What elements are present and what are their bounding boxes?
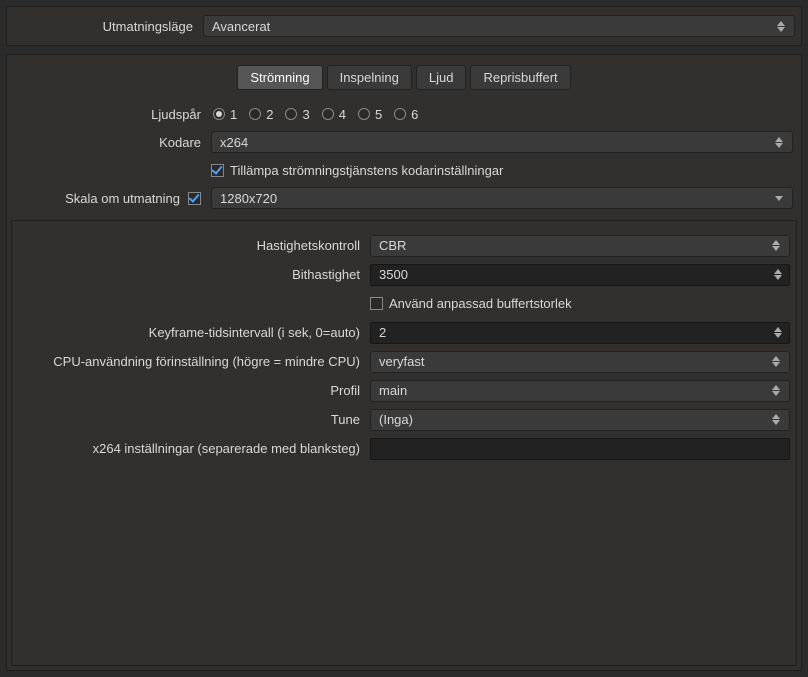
rescale-checkbox[interactable] xyxy=(188,192,201,205)
cpu-preset-row: CPU-användning förinställning (högre = m… xyxy=(18,347,790,376)
rescale-select[interactable]: 1280x720 xyxy=(211,187,793,209)
profile-label: Profil xyxy=(18,383,370,398)
tab-replay-buffer[interactable]: Reprisbuffert xyxy=(470,65,570,90)
enforce-row: Tillämpa strömningstjänstens kodarinstäl… xyxy=(15,156,793,184)
updown-icon xyxy=(769,353,783,371)
checkbox-icon xyxy=(211,164,224,177)
rate-control-select[interactable]: CBR xyxy=(370,235,790,257)
updown-icon xyxy=(774,17,788,35)
encoder-label: Kodare xyxy=(15,135,211,150)
custom-buffer-row: Använd anpassad buffertstorlek xyxy=(18,289,790,318)
x264opts-label: x264 inställningar (separerade med blank… xyxy=(18,441,370,456)
cpu-preset-value: veryfast xyxy=(379,354,769,369)
encoder-settings-panel: Hastighetskontroll CBR Bithastighet 3500 xyxy=(11,220,797,666)
bitrate-row: Bithastighet 3500 xyxy=(18,260,790,289)
output-settings-panel: Strömning Inspelning Ljud Reprisbuffert … xyxy=(6,54,802,671)
keyframe-row: Keyframe-tidsintervall (i sek, 0=auto) 2 xyxy=(18,318,790,347)
output-mode-label: Utmatningsläge xyxy=(13,19,203,34)
audio-track-group: 1 2 3 4 5 6 xyxy=(211,107,418,122)
enforce-checkbox[interactable]: Tillämpa strömningstjänstens kodarinstäl… xyxy=(211,163,503,178)
rate-control-value: CBR xyxy=(379,238,769,253)
enforce-label: Tillämpa strömningstjänstens kodarinstäl… xyxy=(230,163,503,178)
audio-track-2[interactable]: 2 xyxy=(249,107,273,122)
chevron-down-icon xyxy=(772,189,786,207)
profile-value: main xyxy=(379,383,769,398)
bitrate-input[interactable]: 3500 xyxy=(370,264,790,286)
rescale-value: 1280x720 xyxy=(220,191,772,206)
tabs: Strömning Inspelning Ljud Reprisbuffert xyxy=(11,65,797,90)
rate-control-row: Hastighetskontroll CBR xyxy=(18,231,790,260)
tab-streaming[interactable]: Strömning xyxy=(237,65,322,90)
tune-value: (Inga) xyxy=(379,412,769,427)
updown-icon xyxy=(769,382,783,400)
updown-icon xyxy=(769,411,783,429)
output-mode-select[interactable]: Avancerat xyxy=(203,15,795,37)
updown-icon xyxy=(771,266,785,284)
output-mode-panel: Utmatningsläge Avancerat xyxy=(6,6,802,46)
cpu-preset-label: CPU-användning förinställning (högre = m… xyxy=(18,354,370,369)
audio-track-5[interactable]: 5 xyxy=(358,107,382,122)
radio-icon xyxy=(394,108,406,120)
custom-buffer-label: Använd anpassad buffertstorlek xyxy=(389,296,572,311)
radio-icon xyxy=(358,108,370,120)
audio-track-3[interactable]: 3 xyxy=(285,107,309,122)
audio-track-4[interactable]: 4 xyxy=(322,107,346,122)
audio-track-label: Ljudspår xyxy=(15,107,211,122)
custom-buffer-checkbox[interactable]: Använd anpassad buffertstorlek xyxy=(370,296,572,311)
updown-icon xyxy=(772,133,786,151)
keyframe-label: Keyframe-tidsintervall (i sek, 0=auto) xyxy=(18,325,370,340)
keyframe-input[interactable]: 2 xyxy=(370,322,790,344)
tab-recording[interactable]: Inspelning xyxy=(327,65,412,90)
updown-icon xyxy=(769,237,783,255)
radio-icon xyxy=(249,108,261,120)
audio-track-row: Ljudspår 1 2 3 4 5 6 xyxy=(15,100,793,128)
audio-track-6[interactable]: 6 xyxy=(394,107,418,122)
updown-icon xyxy=(771,324,785,342)
encoder-value: x264 xyxy=(220,135,772,150)
audio-track-1[interactable]: 1 xyxy=(213,107,237,122)
radio-icon xyxy=(322,108,334,120)
bitrate-label: Bithastighet xyxy=(18,267,370,282)
tab-audio[interactable]: Ljud xyxy=(416,65,467,90)
radio-icon xyxy=(213,108,225,120)
profile-select[interactable]: main xyxy=(370,380,790,402)
rate-control-label: Hastighetskontroll xyxy=(18,238,370,253)
encoder-select[interactable]: x264 xyxy=(211,131,793,153)
rescale-label: Skala om utmatning xyxy=(65,191,180,206)
tune-label: Tune xyxy=(18,412,370,427)
profile-row: Profil main xyxy=(18,376,790,405)
encoder-row: Kodare x264 xyxy=(15,128,793,156)
output-mode-value: Avancerat xyxy=(212,19,774,34)
x264opts-row: x264 inställningar (separerade med blank… xyxy=(18,434,790,463)
bitrate-value: 3500 xyxy=(379,267,771,282)
keyframe-value: 2 xyxy=(379,325,771,340)
cpu-preset-select[interactable]: veryfast xyxy=(370,351,790,373)
tune-row: Tune (Inga) xyxy=(18,405,790,434)
checkbox-icon xyxy=(370,297,383,310)
rescale-row: Skala om utmatning 1280x720 xyxy=(15,184,793,212)
tune-select[interactable]: (Inga) xyxy=(370,409,790,431)
x264opts-input[interactable] xyxy=(370,438,790,460)
radio-icon xyxy=(285,108,297,120)
